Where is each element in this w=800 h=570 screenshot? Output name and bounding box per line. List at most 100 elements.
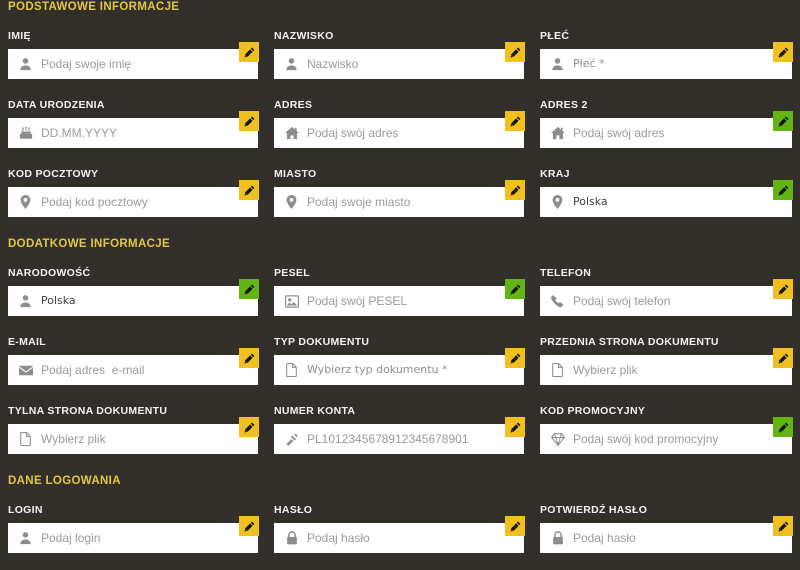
registration-form-page: PODSTAWOWE INFORMACJE IMIĘ Podaj swoje imi…	[0, 0, 800, 570]
form-field-e-mail: E-MAIL Podaj adres e-mail	[8, 336, 259, 385]
input-e-mail[interactable]: Podaj adres e-mail	[8, 348, 259, 385]
input-placeholder: Polska	[573, 195, 608, 208]
form-field-imi: IMIĘ Podaj swoje imię	[8, 30, 259, 79]
birthday-cake-icon	[18, 126, 33, 141]
input-placeholder: Podaj adres e-mail	[41, 363, 145, 377]
form-field-data-urodzenia: DATA URODZENIA DD.MM.YYYY	[8, 99, 259, 148]
form-field-telefon: TELEFON Podaj swój telefon	[540, 267, 793, 316]
form-field-p-e: PŁEĆ Płeć *	[540, 30, 793, 79]
input-login[interactable]: Podaj login	[8, 516, 259, 553]
input-placeholder: Podaj swój adres	[573, 126, 665, 140]
edit-badge-e-mail[interactable]	[239, 348, 259, 368]
form-row: NARODOWOŚĆ Polska PESEL Podaj swój PESEL TEL…	[8, 267, 800, 316]
form-field-narodowo: NARODOWOŚĆ Polska	[8, 267, 259, 316]
map-pin-icon	[550, 195, 565, 210]
input-przednia-strona-dokumentu[interactable]: Wybierz plik	[540, 348, 793, 385]
person-icon	[18, 531, 33, 546]
field-label: ADRES 2	[540, 99, 588, 111]
edit-badge-nazwisko[interactable]	[505, 42, 525, 62]
field-label: KRAJ	[540, 168, 570, 180]
input-placeholder: Podaj swój kod promocyjny	[573, 432, 719, 446]
file-icon	[550, 363, 565, 378]
field-label: NARODOWOŚĆ	[8, 267, 91, 279]
form-section: PODSTAWOWE INFORMACJE IMIĘ Podaj swoje imi…	[8, 0, 800, 217]
form-section: DANE LOGOWANIA LOGIN Podaj login HASŁO Podaj…	[8, 474, 800, 553]
input-placeholder: Podaj swój telefon	[573, 294, 671, 308]
edit-pencil-icon	[777, 521, 789, 532]
section-title: DODATKOWE INFORMACJE	[8, 238, 171, 250]
input-kod-pocztowy[interactable]: Podaj kod pocztowy	[8, 180, 259, 217]
input-nazwisko[interactable]: Nazwisko	[274, 42, 525, 79]
input-typ-dokumentu[interactable]: Wybierz typ dokumentu *	[274, 348, 525, 385]
input-p-e[interactable]: Płeć *	[540, 42, 793, 79]
input-placeholder: Podaj swoje imię	[41, 57, 132, 71]
input-placeholder: DD.MM.YYYY	[41, 126, 118, 140]
file-icon	[18, 432, 33, 447]
edit-badge-przednia-strona-dokumentu[interactable]	[773, 348, 793, 368]
field-label: PŁEĆ	[540, 30, 570, 42]
input-placeholder: Podaj swoje miasto	[307, 195, 411, 209]
input-pesel[interactable]: Podaj swój PESEL	[274, 279, 525, 316]
edit-badge-kod-pocztowy[interactable]	[239, 180, 259, 200]
edit-badge-potwierd-has-o[interactable]	[773, 516, 793, 536]
input-placeholder: Podaj hasło	[573, 531, 636, 545]
edit-badge-numer-konta[interactable]	[505, 417, 525, 437]
form-field-kod-pocztowy: KOD POCZTOWY Podaj kod pocztowy	[8, 168, 259, 217]
form-row: LOGIN Podaj login HASŁO Podaj hasło POTWIERD…	[8, 504, 800, 553]
field-label: PESEL	[274, 267, 310, 279]
input-potwierd-has-o[interactable]: Podaj hasło	[540, 516, 793, 553]
form-field-tylna-strona-dokumentu: TYLNA STRONA DOKUMENTU Wybierz plik	[8, 405, 259, 454]
edit-pencil-icon	[509, 116, 521, 127]
person-icon	[284, 57, 299, 72]
field-label: LOGIN	[8, 504, 43, 516]
form-section: DODATKOWE INFORMACJE NARODOWOŚĆ Polska PESE…	[8, 237, 800, 454]
edit-badge-data-urodzenia[interactable]	[239, 111, 259, 131]
input-narodowo[interactable]: Polska	[8, 279, 259, 316]
input-imi[interactable]: Podaj swoje imię	[8, 42, 259, 79]
edit-badge-has-o[interactable]	[505, 516, 525, 536]
form-row: KOD POCZTOWY Podaj kod pocztowy MIASTO Poda…	[8, 168, 800, 217]
field-label: TYP DOKUMENTU	[274, 336, 370, 348]
edit-badge-imi[interactable]	[239, 42, 259, 62]
field-label: KOD PROMOCYJNY	[540, 405, 646, 417]
edit-badge-tylna-strona-dokumentu[interactable]	[239, 417, 259, 437]
edit-badge-kraj[interactable]	[773, 180, 793, 200]
edit-badge-p-e[interactable]	[773, 42, 793, 62]
input-has-o[interactable]: Podaj hasło	[274, 516, 525, 553]
edit-pencil-icon	[777, 47, 789, 58]
input-placeholder: Płeć *	[573, 57, 605, 70]
edit-badge-kod-promocyjny[interactable]	[773, 417, 793, 437]
edit-badge-narodowo[interactable]	[239, 279, 259, 299]
edit-badge-typ-dokumentu[interactable]	[505, 348, 525, 368]
edit-pencil-icon	[777, 284, 789, 295]
input-kod-promocyjny[interactable]: Podaj swój kod promocyjny	[540, 417, 793, 454]
form-field-numer-konta: NUMER KONTA PL1012345678912345678901	[274, 405, 525, 454]
input-data-urodzenia[interactable]: DD.MM.YYYY	[8, 111, 259, 148]
input-miasto[interactable]: Podaj swoje miasto	[274, 180, 525, 217]
form-field-typ-dokumentu: TYP DOKUMENTU Wybierz typ dokumentu *	[274, 336, 525, 385]
edit-badge-pesel[interactable]	[505, 279, 525, 299]
input-placeholder: Polska	[41, 294, 76, 307]
input-placeholder: Wybierz plik	[41, 432, 106, 446]
edit-badge-adres[interactable]	[505, 111, 525, 131]
edit-badge-login[interactable]	[239, 516, 259, 536]
form-field-login: LOGIN Podaj login	[8, 504, 259, 553]
form-field-adres: ADRES Podaj swój adres	[274, 99, 525, 148]
edit-pencil-icon	[243, 353, 255, 364]
edit-badge-miasto[interactable]	[505, 180, 525, 200]
edit-pencil-icon	[509, 422, 521, 433]
input-placeholder: PL1012345678912345678901	[307, 432, 469, 446]
input-kraj[interactable]: Polska	[540, 180, 793, 217]
edit-badge-adres-2[interactable]	[773, 111, 793, 131]
input-adres-2[interactable]: Podaj swój adres	[540, 111, 793, 148]
field-label: DATA URODZENIA	[8, 99, 105, 111]
field-label: KOD POCZTOWY	[8, 168, 99, 180]
input-adres[interactable]: Podaj swój adres	[274, 111, 525, 148]
input-telefon[interactable]: Podaj swój telefon	[540, 279, 793, 316]
edit-badge-telefon[interactable]	[773, 279, 793, 299]
input-placeholder: Podaj hasło	[307, 531, 370, 545]
form-field-kod-promocyjny: KOD PROMOCYJNY Podaj swój kod promocyjny	[540, 405, 793, 454]
input-placeholder: Podaj kod pocztowy	[41, 195, 148, 209]
input-tylna-strona-dokumentu[interactable]: Wybierz plik	[8, 417, 259, 454]
input-numer-konta[interactable]: PL1012345678912345678901	[274, 417, 525, 454]
